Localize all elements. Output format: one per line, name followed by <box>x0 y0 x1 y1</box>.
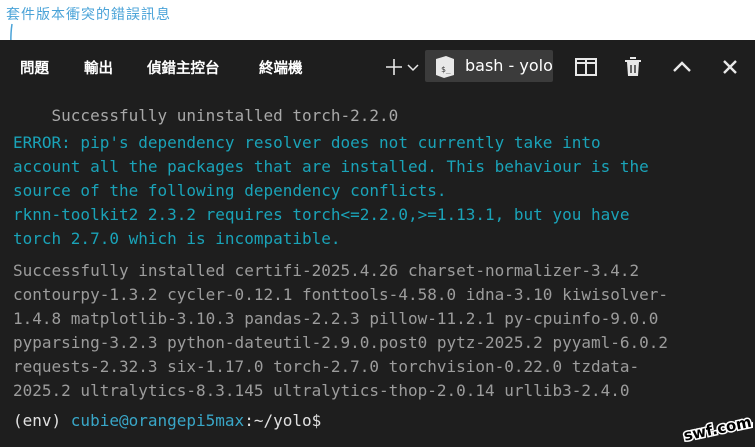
terminal-line: pyparsing-3.2.3 python-dateutil-2.9.0.po… <box>13 333 669 352</box>
error-line: torch 2.7.0 which is incompatible. <box>13 229 341 248</box>
tab-terminal[interactable]: 終端機 <box>259 57 303 78</box>
profile-label: bash - yolo <box>465 56 553 75</box>
tab-problems[interactable]: 問題 <box>20 57 49 78</box>
terminal-line: 2025.2 ultralytics-8.3.145 ultralytics-t… <box>13 381 630 400</box>
trash-icon[interactable] <box>623 53 643 81</box>
tab-debug-console[interactable]: 偵錯主控台 <box>147 57 220 78</box>
terminal-profile-selector[interactable]: $_ bash - yolo <box>425 50 553 82</box>
prompt-userhost: cubie@orangepi5max <box>70 411 245 430</box>
close-icon[interactable] <box>720 53 740 81</box>
error-line: account all the packages that are instal… <box>13 157 649 176</box>
svg-text:$_: $_ <box>441 65 451 74</box>
watermark-logo: swf.com.tw swf.com.tw <box>680 406 753 444</box>
terminal-line: Successfully installed certifi-2025.4.26… <box>13 261 640 280</box>
svg-text:swf.com.tw: swf.com.tw <box>682 407 753 444</box>
terminal-line: 1.4.8 matplotlib-3.10.3 pandas-2.2.3 pil… <box>13 309 659 328</box>
shell-prompt[interactable]: (env) cubie@orangepi5max:~/yolo$ <box>13 409 321 433</box>
terminal-line: contourpy-1.3.2 cycler-0.12.1 fonttools-… <box>13 285 669 304</box>
panel-tab-bar: 問題 輸出 偵錯主控台 終端機 $_ bash - yolo <box>0 40 755 94</box>
terminal-icon: $_ <box>436 56 454 78</box>
terminal-panel: 問題 輸出 偵錯主控台 終端機 $_ bash - yolo Successfu… <box>0 40 755 447</box>
error-line: rknn-toolkit2 2.3.2 requires torch<=2.2.… <box>13 205 630 224</box>
plus-icon[interactable] <box>383 53 405 81</box>
prompt-path: :~/yolo$ <box>244 411 322 430</box>
error-line: source of the following dependency confl… <box>13 181 447 200</box>
terminal-line: Successfully uninstalled torch-2.2.0 <box>13 106 399 125</box>
split-icon[interactable] <box>574 53 598 81</box>
chevron-up-icon[interactable] <box>671 53 693 81</box>
chevron-down-icon[interactable] <box>405 53 421 81</box>
tab-output[interactable]: 輸出 <box>84 57 113 78</box>
terminal-line: requests-2.32.3 six-1.17.0 torch-2.7.0 t… <box>13 357 640 376</box>
error-line: ERROR: pip's dependency resolver does no… <box>13 133 601 152</box>
prompt-env: (env) <box>13 411 71 430</box>
